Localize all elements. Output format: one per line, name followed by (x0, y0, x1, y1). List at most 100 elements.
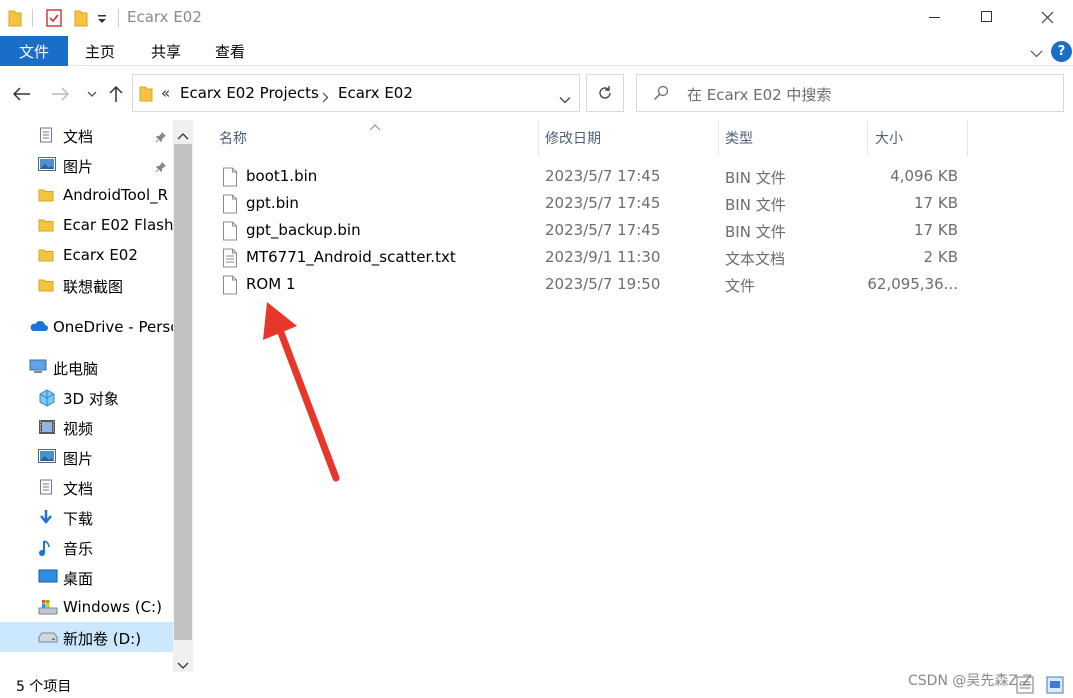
nav-item-label: 桌面 (63, 570, 94, 588)
help-icon[interactable]: ? (1051, 41, 1072, 62)
tab-file[interactable]: 文件 (0, 36, 68, 66)
nav-item[interactable]: Windows (C:) (0, 592, 173, 622)
window-title: Ecarx E02 (127, 8, 202, 26)
folder-icon (38, 217, 56, 233)
back-arrow-icon (13, 87, 30, 101)
nav-item[interactable]: 图片 (0, 442, 173, 472)
file-row[interactable]: gpt.bin 2023/5/7 17:45 BIN 文件 17 KB (208, 190, 968, 217)
desktop-icon (38, 569, 58, 585)
refresh-icon (599, 86, 611, 99)
file-date-modified: 2023/9/1 11:30 (545, 248, 661, 266)
file-size: 17 KB (914, 194, 958, 212)
refresh-button[interactable] (586, 74, 624, 112)
address-dropdown-icon[interactable] (559, 90, 571, 108)
file-name: boot1.bin (246, 167, 318, 185)
file-name: gpt_backup.bin (246, 221, 361, 239)
chevron-right-icon[interactable] (321, 89, 329, 107)
back-button[interactable] (10, 82, 34, 106)
pictures-icon (38, 157, 56, 173)
new-folder-icon[interactable] (74, 9, 88, 31)
recent-locations-button[interactable] (80, 82, 104, 106)
minimize-button[interactable] (912, 0, 958, 34)
file-row[interactable]: boot1.bin 2023/5/7 17:45 BIN 文件 4,096 KB (208, 163, 968, 190)
column-header-size[interactable]: 大小 (875, 120, 965, 156)
expand-ribbon-icon[interactable] (1030, 45, 1043, 63)
file-date-modified: 2023/5/7 17:45 (545, 221, 661, 239)
nav-item-label: 新加卷 (D:) (63, 630, 142, 648)
maximize-icon (981, 11, 992, 22)
text-file-icon (222, 248, 238, 272)
nav-pane-scrollbar[interactable] (173, 120, 193, 672)
breadcrumb-ecarx-e02-projects[interactable]: Ecarx E02 Projects (180, 84, 319, 102)
nav-item-label: 视频 (63, 420, 94, 438)
windows-drive-icon (38, 599, 58, 615)
file-size: 4,096 KB (890, 167, 958, 185)
file-icon (222, 221, 238, 245)
nav-item[interactable]: 视频 (0, 412, 173, 442)
maximize-button[interactable] (964, 0, 1010, 34)
nav-item[interactable]: 下载 (0, 502, 173, 532)
file-size: 62,095,36... (867, 275, 958, 293)
tab-share[interactable]: 共享 (136, 36, 196, 66)
column-headers: 名称 修改日期 类型 大小 (208, 120, 968, 156)
nav-item-label: 图片 (63, 158, 94, 176)
nav-item[interactable]: 文档 (0, 472, 173, 502)
search-input[interactable]: 在 Ecarx E02 中搜索 (636, 74, 1064, 112)
file-row[interactable]: MT6771_Android_scatter.txt 2023/9/1 11:30… (208, 244, 968, 271)
address-bar[interactable]: « Ecarx E02 Projects Ecarx E02 (132, 74, 580, 112)
column-header-type[interactable]: 类型 (725, 120, 865, 156)
file-row[interactable]: ROM 1 2023/5/7 19:50 文件 62,095,36... (208, 271, 968, 298)
documents-icon (38, 127, 56, 143)
folder-icon (38, 187, 56, 203)
nav-item[interactable]: 音乐 (0, 532, 173, 562)
file-type: BIN 文件 (725, 169, 786, 187)
nav-item[interactable]: 3D 对象 (0, 382, 173, 412)
folder-icon (38, 247, 56, 263)
scroll-up-icon[interactable] (177, 126, 189, 144)
file-type: BIN 文件 (725, 196, 786, 214)
large-icons-view-icon[interactable] (1046, 676, 1064, 698)
search-placeholder: 在 Ecarx E02 中搜索 (687, 86, 832, 104)
nav-item[interactable]: Ecarx E02 (0, 240, 173, 270)
this-pc-icon (28, 359, 47, 375)
drive-icon (38, 629, 58, 645)
search-icon (653, 85, 669, 105)
item-count: 5 个项目 (16, 679, 72, 695)
column-header-name[interactable]: 名称 (219, 120, 539, 156)
breadcrumb-ecarx-e02[interactable]: Ecarx E02 (338, 84, 413, 102)
videos-icon (38, 419, 56, 435)
nav-item[interactable]: Ecar E02 Flash F (0, 210, 173, 240)
close-button[interactable] (1024, 0, 1070, 34)
properties-icon[interactable] (46, 9, 62, 31)
customize-quick-access-icon[interactable] (96, 11, 108, 29)
nav-item[interactable]: OneDrive - Persc (0, 312, 173, 342)
up-button[interactable] (104, 82, 128, 106)
navigation-pane: 文档图片AndroidTool_REcar E02 Flash FEcarx E… (0, 120, 173, 672)
nav-item[interactable]: 桌面 (0, 562, 173, 592)
scrollbar-thumb[interactable] (174, 144, 192, 640)
pin-icon (155, 129, 167, 147)
nav-item-label: 联想截图 (63, 278, 124, 296)
nav-item-label: Windows (C:) (63, 598, 162, 616)
file-row[interactable]: gpt_backup.bin 2023/5/7 17:45 BIN 文件 17 KB (208, 217, 968, 244)
nav-item-label: 3D 对象 (63, 390, 119, 408)
nav-item[interactable]: 联想截图 (0, 270, 173, 300)
forward-arrow-icon (52, 87, 69, 101)
file-date-modified: 2023/5/7 19:50 (545, 275, 661, 293)
breadcrumb-overflow[interactable]: « (161, 84, 170, 102)
forward-button[interactable] (48, 82, 72, 106)
nav-item[interactable]: 文档 (0, 120, 173, 150)
nav-item-label: 音乐 (63, 540, 94, 558)
nav-item-label: Ecar E02 Flash F (63, 216, 173, 234)
nav-item-label: 文档 (63, 480, 94, 498)
nav-item[interactable]: AndroidTool_R (0, 180, 173, 210)
file-type: 文件 (725, 277, 756, 295)
tab-home[interactable]: 主页 (70, 36, 130, 66)
column-header-date-modified[interactable]: 修改日期 (545, 120, 715, 156)
folder-icon (38, 277, 56, 293)
onedrive-icon (28, 319, 48, 335)
nav-item[interactable]: 图片 (0, 150, 173, 180)
tab-view[interactable]: 查看 (200, 36, 260, 66)
nav-item[interactable]: 此电脑 (0, 352, 173, 382)
nav-item[interactable]: 新加卷 (D:) (0, 622, 173, 652)
